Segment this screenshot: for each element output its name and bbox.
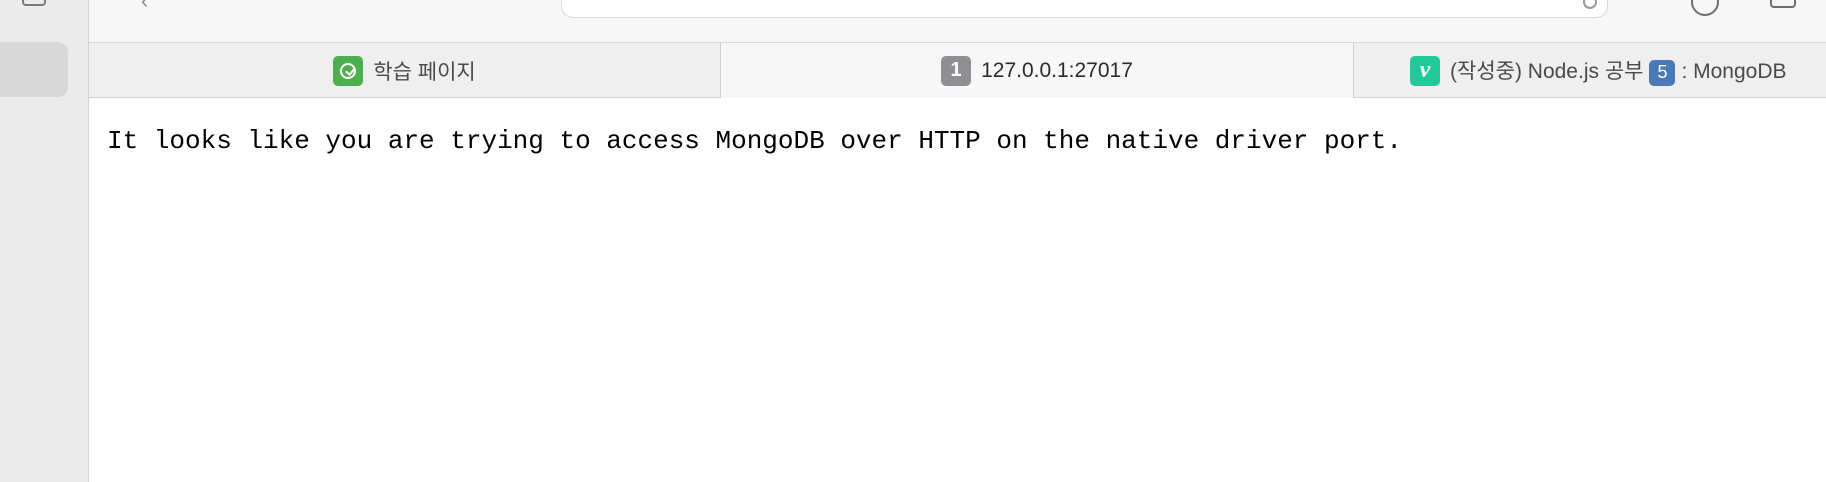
tab-label-suffix: : MongoDB bbox=[1681, 60, 1787, 84]
study-icon bbox=[333, 55, 364, 86]
address-bar[interactable] bbox=[561, 0, 1608, 18]
number-badge-icon: 1 bbox=[941, 55, 972, 86]
tab-velog-post[interactable]: v (작성중) Node.js 공부 5: MongoDB bbox=[1354, 43, 1826, 98]
sidebar-toggle-icon[interactable] bbox=[22, 0, 46, 6]
tab-label: 학습 페이지 bbox=[373, 60, 476, 84]
sidebar bbox=[0, 0, 89, 482]
tab-label: 127.0.0.1:27017 bbox=[981, 58, 1133, 82]
keycap-five-icon: 5 bbox=[1649, 59, 1676, 86]
tab-overview-icon[interactable] bbox=[1770, 0, 1796, 8]
download-icon[interactable] bbox=[1691, 0, 1719, 16]
tab-bar: 학습 페이지 1 127.0.0.1:27017 v (작성중) Node.js… bbox=[89, 42, 1826, 98]
velog-icon: v bbox=[1410, 55, 1440, 86]
back-arrow-icon[interactable]: ‹ bbox=[141, 0, 148, 12]
tab-localhost[interactable]: 1 127.0.0.1:27017 bbox=[721, 43, 1354, 98]
sidebar-selected-item[interactable] bbox=[0, 42, 68, 97]
tab-study-page[interactable]: 학습 페이지 bbox=[89, 43, 721, 98]
page-body-text: It looks like you are trying to access M… bbox=[107, 126, 1403, 156]
tab-label: (작성중) Node.js 공부 5: MongoDB bbox=[1450, 55, 1787, 86]
reload-icon[interactable] bbox=[1583, 0, 1597, 9]
toolbar: ‹ bbox=[89, 0, 1826, 42]
page-content: It looks like you are trying to access M… bbox=[89, 98, 1826, 482]
tab-label-prefix: (작성중) Node.js 공부 bbox=[1450, 60, 1644, 84]
